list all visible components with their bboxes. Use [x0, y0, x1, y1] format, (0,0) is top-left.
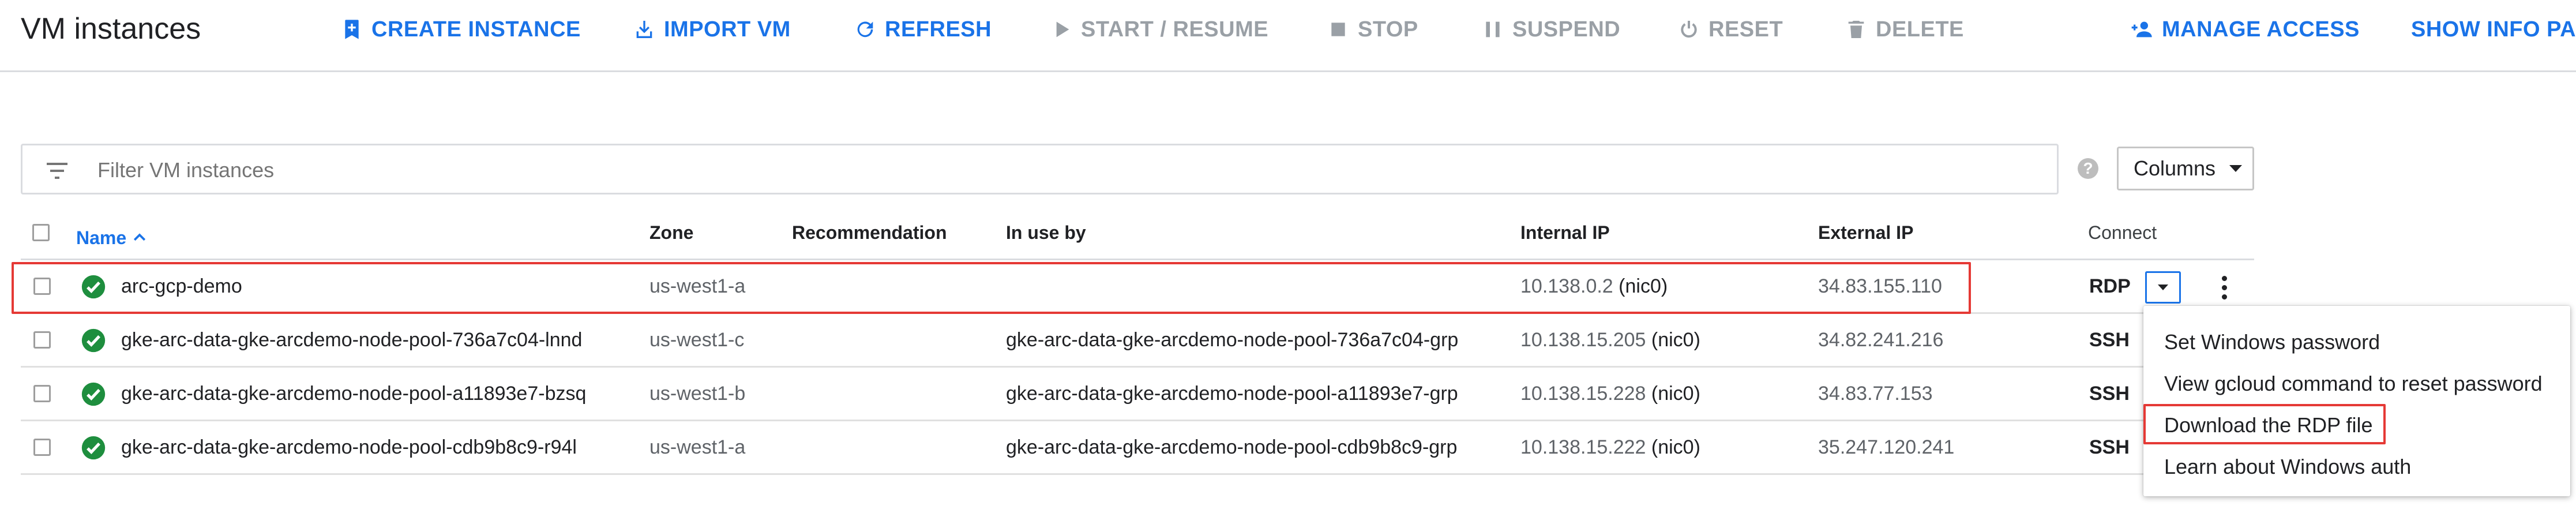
column-header-in-use-by: In use by — [1006, 222, 1086, 243]
filter-icon — [47, 163, 67, 179]
column-header-zone: Zone — [649, 222, 694, 243]
column-header-name-label: Name — [76, 227, 127, 248]
delete-button[interactable]: DELETE — [1845, 15, 1964, 44]
dropdown-caret-icon — [2229, 165, 2243, 172]
import-vm-label: IMPORT VM — [664, 17, 791, 42]
delete-label: DELETE — [1876, 17, 1964, 42]
play-icon — [1050, 18, 1073, 41]
column-header-external-ip: External IP — [1818, 222, 1914, 243]
internal-ip-cell: 10.138.15.222 (nic0) — [1520, 421, 1700, 473]
trash-icon — [1845, 18, 1868, 41]
column-header-recommendation: Recommendation — [792, 222, 947, 243]
internal-ip-value: 10.138.15.222 — [1520, 436, 1646, 458]
instance-name-link[interactable]: gke-arc-data-gke-arcdemo-node-pool-cdb9b… — [121, 421, 577, 473]
row-checkbox[interactable] — [33, 385, 51, 402]
kebab-menu-icon[interactable] — [2221, 276, 2228, 301]
row-checkbox[interactable] — [33, 331, 51, 349]
ssh-button[interactable]: SSH — [2089, 314, 2130, 366]
external-ip-cell[interactable]: 34.82.241.216 — [1818, 314, 1943, 366]
refresh-icon — [854, 18, 877, 41]
external-ip-cell[interactable]: 35.247.120.241 — [1818, 421, 1954, 473]
help-icon[interactable]: ? — [2078, 158, 2098, 179]
external-ip-cell[interactable]: 34.83.77.153 — [1818, 368, 1933, 420]
create-instance-button[interactable]: CREATE INSTANCE — [340, 15, 581, 44]
show-info-panel-label: SHOW INFO PAN — [2411, 17, 2576, 42]
add-person-icon — [2131, 18, 2154, 41]
columns-label: Columns — [2134, 156, 2216, 180]
check-circle-icon — [81, 328, 106, 353]
nic-link[interactable]: (nic0) — [1651, 436, 1700, 458]
rdp-dropdown-button[interactable] — [2145, 271, 2181, 304]
refresh-button[interactable]: REFRESH — [854, 15, 992, 44]
in-use-by-cell[interactable]: gke-arc-data-gke-arcdemo-node-pool-cdb9b… — [1006, 421, 1457, 473]
table-row[interactable]: gke-arc-data-gke-arcdemo-node-pool-a1189… — [21, 368, 2254, 421]
manage-access-button[interactable]: MANAGE ACCESS — [2131, 15, 2360, 44]
dropdown-caret-icon — [2158, 285, 2168, 290]
internal-ip-cell: 10.138.15.205 (nic0) — [1520, 314, 1700, 366]
rdp-button[interactable]: RDP — [2089, 260, 2131, 312]
check-circle-icon — [81, 436, 106, 460]
suspend-button[interactable]: SUSPEND — [1481, 15, 1620, 44]
internal-ip-value: 10.138.15.228 — [1520, 383, 1646, 405]
column-header-name[interactable]: Name — [76, 222, 148, 253]
row-highlight-annotation — [12, 262, 1971, 314]
zone-cell: us-west1-a — [649, 436, 746, 458]
nic-link[interactable]: (nic0) — [1651, 329, 1700, 351]
instance-name-link[interactable]: gke-arc-data-gke-arcdemo-node-pool-a1189… — [121, 368, 586, 420]
start-resume-label: START / RESUME — [1081, 17, 1269, 42]
show-info-panel-button[interactable]: SHOW INFO PAN — [2411, 15, 2576, 44]
table-row[interactable]: gke-arc-data-gke-arcdemo-node-pool-cdb9b… — [21, 421, 2254, 475]
in-use-by-cell[interactable]: gke-arc-data-gke-arcdemo-node-pool-a1189… — [1006, 368, 1458, 420]
row-checkbox[interactable] — [33, 439, 51, 456]
in-use-by-cell[interactable]: gke-arc-data-gke-arcdemo-node-pool-736a7… — [1006, 314, 1458, 366]
filter-input[interactable]: Filter VM instances — [21, 144, 2059, 194]
column-header-connect: Connect — [2088, 222, 2157, 243]
stop-label: STOP — [1358, 17, 1418, 42]
toolbar: VM instances CREATE INSTANCE IMPORT VM R… — [0, 0, 2576, 72]
check-circle-icon — [81, 382, 106, 406]
create-instance-label: CREATE INSTANCE — [371, 17, 581, 42]
refresh-label: REFRESH — [885, 17, 992, 42]
reset-button[interactable]: RESET — [1677, 15, 1783, 44]
internal-ip-value: 10.138.15.205 — [1520, 329, 1646, 351]
import-vm-button[interactable]: IMPORT VM — [633, 15, 791, 44]
select-all-checkbox[interactable] — [32, 224, 50, 241]
suspend-label: SUSPEND — [1512, 17, 1621, 42]
internal-ip-cell: 10.138.15.228 (nic0) — [1520, 368, 1700, 420]
menu-item-view-gcloud-command[interactable]: View gcloud command to reset password — [2164, 369, 2543, 398]
reset-label: RESET — [1708, 17, 1783, 42]
zone-cell: us-west1-b — [649, 383, 746, 405]
stop-button[interactable]: STOP — [1327, 15, 1418, 44]
menu-item-set-windows-password[interactable]: Set Windows password — [2164, 328, 2380, 357]
columns-button[interactable]: Columns — [2117, 147, 2254, 190]
page-title: VM instances — [21, 12, 201, 46]
import-vm-icon — [633, 18, 656, 41]
sort-arrow-up-icon — [134, 233, 146, 241]
start-resume-button[interactable]: START / RESUME — [1050, 15, 1268, 44]
rdp-options-menu: Set Windows password View gcloud command… — [2143, 306, 2570, 496]
nic-link[interactable]: (nic0) — [1651, 383, 1700, 405]
manage-access-label: MANAGE ACCESS — [2162, 17, 2360, 42]
ssh-button[interactable]: SSH — [2089, 368, 2130, 420]
column-header-internal-ip: Internal IP — [1520, 222, 1610, 243]
ssh-button[interactable]: SSH — [2089, 421, 2130, 473]
table-row[interactable]: gke-arc-data-gke-arcdemo-node-pool-736a7… — [21, 314, 2254, 368]
menu-item-learn-windows-auth[interactable]: Learn about Windows auth — [2164, 452, 2411, 481]
instance-name-link[interactable]: gke-arc-data-gke-arcdemo-node-pool-736a7… — [121, 314, 582, 366]
zone-cell: us-west1-c — [649, 329, 745, 351]
filter-placeholder: Filter VM instances — [97, 158, 275, 182]
power-icon — [1677, 18, 1700, 41]
pause-icon — [1481, 18, 1504, 41]
create-instance-icon — [340, 18, 363, 41]
menu-item-highlight-annotation — [2143, 404, 2386, 444]
stop-icon — [1327, 18, 1350, 41]
